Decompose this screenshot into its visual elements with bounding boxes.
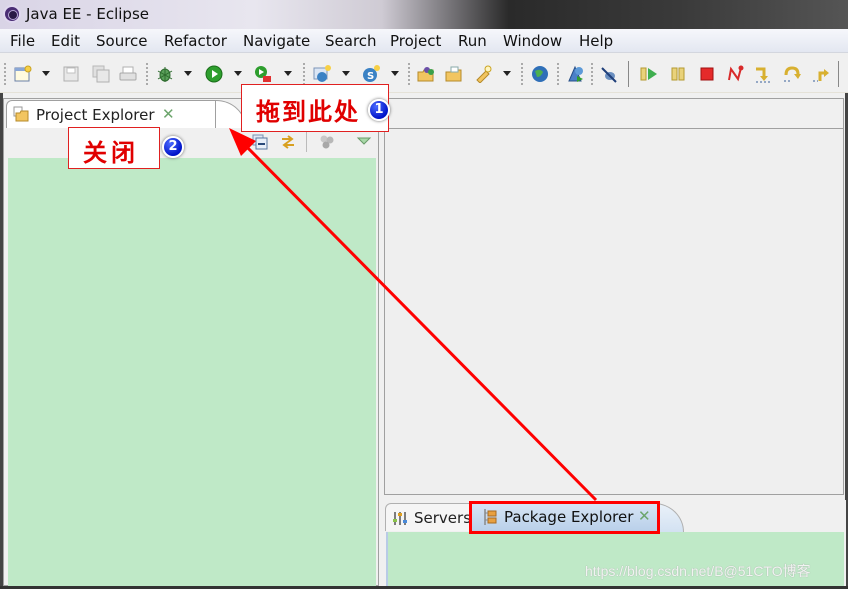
watermark: https://blog.csdn.net/B@51CTO博客 [585,563,811,579]
servers-icon [393,512,407,525]
print-icon[interactable] [119,65,137,83]
run-dropdown-arrow[interactable] [234,71,242,76]
suspend-icon[interactable] [669,65,687,83]
toolbar-separator [838,61,839,87]
resume-icon[interactable] [640,65,658,83]
toolbar-separator [306,132,307,152]
editor-area [384,128,844,495]
new-servlet-icon[interactable]: S [362,65,380,83]
highlight-box [469,501,660,534]
view-toolbar [4,128,378,156]
menu-run[interactable]: Run [458,32,487,50]
callout-text: 关闭 [83,138,139,167]
web-browser-icon[interactable] [531,65,549,83]
menu-source[interactable]: Source [96,32,148,50]
callout-text: 拖到此处 [256,97,360,126]
menu-help[interactable]: Help [579,32,613,50]
debug-dropdown-arrow[interactable] [184,71,192,76]
step-return-icon[interactable] [812,65,830,83]
eclipse-icon [3,5,21,23]
menu-file[interactable]: File [10,32,35,50]
title-bar: Java EE - Eclipse [0,0,848,29]
callout-close: 关闭 [68,127,160,169]
step-badge: 1 [368,99,390,121]
editor-tab-bar [384,98,844,129]
debug-icon[interactable] [156,65,174,83]
terminate-icon[interactable] [698,65,716,83]
new-servlet-dropdown-arrow[interactable] [391,71,399,76]
tab-servers[interactable]: Servers [385,503,472,531]
skip-breakpoints-icon[interactable] [600,65,618,83]
toolbar-separator [591,63,593,85]
close-icon[interactable]: ✕ [162,105,175,123]
save-all-icon[interactable] [92,65,110,83]
open-folder-icon[interactable] [445,65,463,83]
menu-project[interactable]: Project [390,32,441,50]
menu-bar: File Edit Source Refactor Navigate Searc… [0,29,848,53]
disconnect-icon[interactable] [726,65,744,83]
step-over-icon[interactable] [783,65,801,83]
callout-drag-here: 拖到此处 [241,84,389,132]
toolbar-separator [408,63,410,85]
tab-label: Project Explorer [36,106,155,124]
toolbar-separator [557,63,559,85]
menu-navigate[interactable]: Navigate [243,32,310,50]
view-menu-icon[interactable] [356,134,372,150]
toolbar-separator [628,61,629,87]
new-project-dropdown-arrow[interactable] [342,71,350,76]
menu-search[interactable]: Search [325,32,377,50]
project-explorer-icon [13,106,29,122]
svg-text:S: S [367,71,374,82]
run-server-dropdown-arrow[interactable] [284,71,292,76]
step-badge: 2 [162,136,184,158]
project-explorer-content [8,158,376,586]
run-icon[interactable] [205,65,223,83]
focus-icon[interactable] [319,134,335,150]
menu-refactor[interactable]: Refactor [164,32,227,50]
toolbar-separator [521,63,523,85]
main-toolbar: S [0,53,848,93]
eclipse-window: Java EE - Eclipse File Edit Source Refac… [0,0,848,589]
tab-project-explorer[interactable]: Project Explorer ✕ [6,100,216,128]
toolbar-separator [303,63,305,85]
new-dropdown-arrow[interactable] [42,71,50,76]
link-with-editor-icon[interactable] [280,134,296,150]
open-type-icon[interactable] [417,65,435,83]
search-flashlight-icon[interactable] [474,65,492,83]
menu-window[interactable]: Window [503,32,562,50]
tab-label: Servers [414,509,472,527]
toolbar-separator [146,63,148,85]
save-icon[interactable] [62,65,80,83]
search-dropdown-arrow[interactable] [503,71,511,76]
toolbar-separator [4,63,6,85]
step-into-icon[interactable] [754,65,772,83]
new-wizard-icon[interactable] [14,65,32,83]
new-java-ee-project-icon[interactable] [313,65,331,83]
menu-edit[interactable]: Edit [51,32,80,50]
run-server-icon[interactable] [254,65,272,83]
run-on-server-icon[interactable] [567,65,585,83]
collapse-all-icon[interactable] [252,134,268,150]
window-title: Java EE - Eclipse [26,5,149,23]
